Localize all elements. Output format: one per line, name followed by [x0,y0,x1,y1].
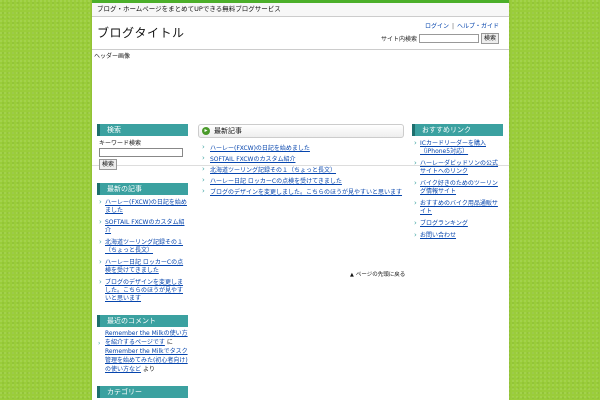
recent-post-link[interactable]: ハーレー日記 ロッカーCの点検を受けてきました [105,259,183,274]
post-link[interactable]: ハーレー(FXCW)の日記を始めました [210,145,310,152]
list-item: 北海道ツーリング記録その１（ちょっと長文） [97,237,188,257]
sidebar-link[interactable]: お問い合わせ [420,232,456,239]
list-item: ハーレー(FXCW)の日記を始めました [97,197,188,217]
sidebar-search-button[interactable]: 検索 [99,159,118,170]
keyword-search-label: キーワード検索 [99,140,142,147]
category-title: カテゴリー [97,386,188,398]
main-section-label: 最新記事 [214,127,242,135]
post-link[interactable]: ブログのデザインを変更しました。こちらのほうが見やすいと思います [210,189,402,196]
recent-post-link[interactable]: ブログのデザインを変更しました。こちらのほうが見やすいと思います [105,279,183,302]
recent-post-link[interactable]: SOFTAIL FXCWのカスタム紹介 [105,219,184,234]
post-link[interactable]: 北海道ツーリング記録その１（ちょっと長文） [210,167,336,174]
arrow-circle-icon: ▸ [202,127,210,135]
list-item: ブログのデザインを変更しました。こちらのほうが見やすいと思います [97,277,188,305]
comment-post-link[interactable]: Remember the Milkの使い方を紹介するページです [105,330,188,346]
sidebar-search-input[interactable] [99,148,183,157]
site-tagline: ブログ・ホームページをまとめてUPできる無料ブログサービス [92,3,509,17]
header-search-input[interactable] [418,34,479,43]
right-sidebar: おすすめリンク ICカードリーダーを購入（iPhone5対応） ハーレーダビッド… [412,124,503,252]
list-item: ブログランキング [412,218,503,230]
page-top-label: ページの先頭に戻る [355,272,406,278]
comment-connector: に [166,339,173,346]
site-title[interactable]: ブログタイトル [97,24,185,41]
list-item: ハーレー日記 ロッカーCの点検を受けてきました [198,176,404,187]
list-item: ハーレー日記 ロッカーCの点検を受けてきました [97,257,188,277]
post-link[interactable]: SOFTAIL FXCWのカスタム紹介 [210,156,295,163]
recent-comments-title: 最近のコメント [97,315,188,327]
list-item: バイク好きのためのツーリング情報サイト [412,178,503,198]
links-list: ICカードリーダーを購入（iPhone5対応） ハーレーダビッドソンの公式サイト… [412,138,503,242]
up-triangle-icon: ▲ [350,272,354,278]
list-item: SOFTAIL FXCWのカスタム紹介 [97,217,188,237]
page-top-link[interactable]: ▲ ページの先頭に戻る [350,270,405,278]
header-search-button[interactable]: 検索 [480,33,499,44]
sidebar-link[interactable]: ハーレーダビッドソンの公式サイトへのリンク [420,160,498,175]
left-sidebar: 検索 キーワード検索 検索 最新の記事 ハーレー(FXCW)の日記を始めました … [97,124,188,400]
comment-suffix: より [142,366,155,373]
header-search: サイト内検索 検索 [381,33,499,44]
recent-post-link[interactable]: 北海道ツーリング記録その１（ちょっと長文） [105,239,183,254]
list-item: 北海道ツーリング記録その１（ちょっと長文） [198,165,404,176]
separator: | [451,23,454,30]
list-item: ハーレー(FXCW)の日記を始めました [198,143,404,154]
login-link[interactable]: ログイン [425,23,449,30]
post-link[interactable]: ハーレー日記 ロッカーCの点検を受けてきました [210,178,342,185]
banner-alt-text: ヘッダー画像 [94,53,131,60]
header: ブログタイトル ログイン | ヘルプ・ガイド サイト内検索 検索 [92,17,509,50]
sidebar-link[interactable]: ブログランキング [420,220,468,227]
sidebar-link[interactable]: バイク好きのためのツーリング情報サイト [420,180,498,195]
header-search-label: サイト内検索 [380,36,417,43]
recent-posts-list: ハーレー(FXCW)の日記を始めました SOFTAIL FXCWのカスタム紹介 … [97,197,188,305]
main-post-list: ハーレー(FXCW)の日記を始めました SOFTAIL FXCWのカスタム紹介 … [198,143,404,198]
search-box-title: 検索 [97,124,188,136]
sidebar-link[interactable]: おすすめのバイク用品通販サイト [420,200,498,215]
help-link[interactable]: ヘルプ・ガイド [457,23,499,30]
sidebar-link[interactable]: ICカードリーダーを購入（iPhone5対応） [420,140,486,155]
list-item: お問い合わせ [412,230,503,242]
comment-item: Remember the Milkの使い方を紹介するページです に Rememb… [97,329,188,374]
list-item: おすすめのバイク用品通販サイト [412,198,503,218]
main-section-title: ▸ 最新記事 [198,124,404,138]
main-content: ▸ 最新記事 ハーレー(FXCW)の日記を始めました SOFTAIL FXCWの… [198,124,404,198]
list-item: SOFTAIL FXCWのカスタム紹介 [198,154,404,165]
recent-posts-title: 最新の記事 [97,183,188,195]
list-item: ICカードリーダーを購入（iPhone5対応） [412,138,503,158]
recent-post-link[interactable]: ハーレー(FXCW)の日記を始めました [105,199,187,214]
list-item: ハーレーダビッドソンの公式サイトへのリンク [412,158,503,178]
links-box-title: おすすめリンク [412,124,503,136]
list-item: ブログのデザインを変更しました。こちらのほうが見やすいと思います [198,187,404,198]
header-links: ログイン | ヘルプ・ガイド [425,21,499,30]
